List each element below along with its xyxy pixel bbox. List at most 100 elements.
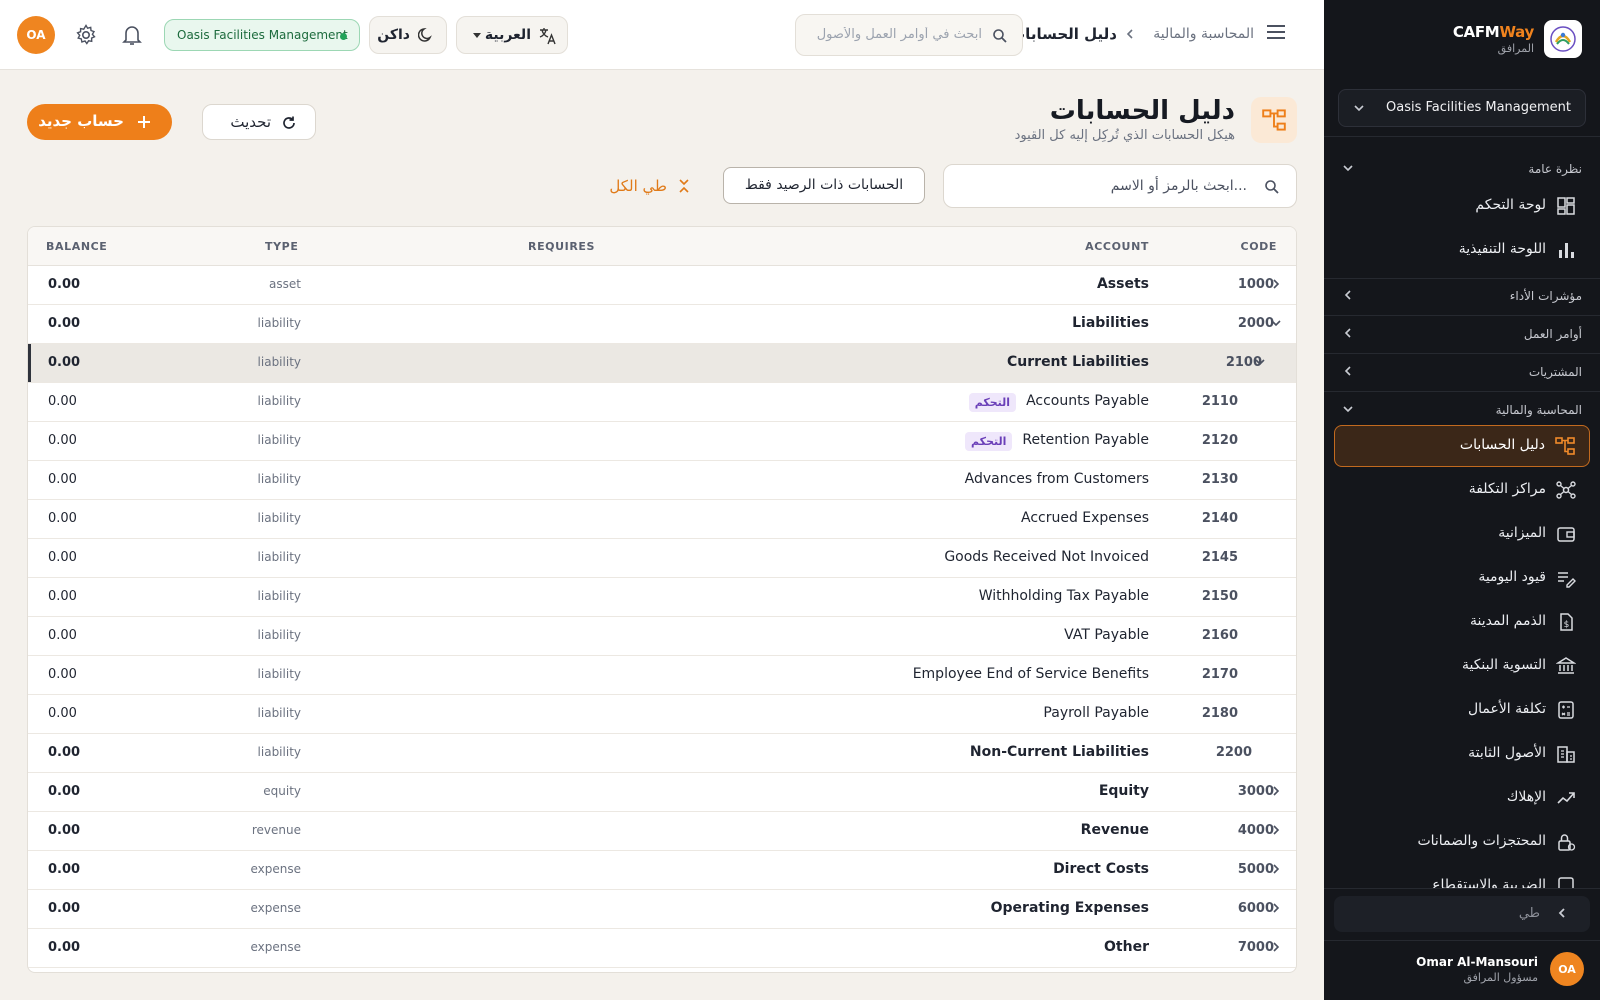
sidebar-item-dashboard[interactable]: لوحة التحكم [1334, 186, 1590, 226]
sidebar-item-budget[interactable]: الميزانية [1334, 514, 1590, 554]
brand-name: CAFMWay [1452, 23, 1534, 41]
chevron-down-icon [1353, 102, 1365, 114]
cell-account-name[interactable]: Payroll Payable [1043, 705, 1149, 721]
cell-balance: 0.00 [48, 316, 81, 331]
sidebar-item-executive[interactable]: اللوحة التنفيذية [1334, 230, 1590, 270]
section-kpi[interactable]: مؤشرات الأداء [1342, 286, 1582, 306]
refresh-button[interactable]: تحديث [202, 104, 316, 140]
gear-icon[interactable] [75, 24, 97, 46]
table-row[interactable]: 0.00 equity Equity 3000 [28, 773, 1296, 812]
table-row[interactable]: 0.00 expense Other 7000 [28, 929, 1296, 968]
cell-account-name[interactable]: VAT Payable [1064, 627, 1149, 643]
cell-account-name[interactable]: Operating Expenses [991, 900, 1149, 916]
cell-balance: 0.00 [48, 940, 81, 955]
table-row[interactable]: 0.00 liability Current Liabilities 2100 [28, 344, 1296, 383]
chevron-down-icon[interactable] [1254, 356, 1266, 368]
table-row[interactable]: 0.00 liability Liabilities 2000 [28, 305, 1296, 344]
cell-account-name[interactable]: Employee End of Service Benefits [913, 666, 1149, 682]
organization-select[interactable]: Oasis Facilities Management [1338, 89, 1586, 127]
control-badge: التحكم [965, 432, 1013, 451]
top-bar: المحاسبة والمالية دليل الحسابات ابحث في … [0, 0, 1324, 70]
cell-type: asset [269, 277, 301, 291]
sidebar-item-cost-centers[interactable]: مراكز التكلفة [1334, 470, 1590, 510]
table-row[interactable]: 0.00 liability Goods Received Not Invoiced… [28, 539, 1296, 578]
chevron-down-icon [1342, 162, 1354, 174]
organization-badge[interactable]: Oasis Facilities Management [164, 19, 360, 51]
column-requires[interactable]: REQUIRES [528, 240, 595, 253]
table-row[interactable]: 0.00 liability VAT Payable 2160 [28, 617, 1296, 656]
chevron-right-icon[interactable] [1270, 863, 1282, 875]
breadcrumb-current: دليل الحسابات [1010, 25, 1117, 43]
menu-icon[interactable] [1266, 24, 1286, 40]
sidebar-item-tax[interactable]: الضريبة والاستقطاع [1334, 866, 1590, 888]
sidebar-item-label: الضريبة والاستقطاع [1432, 877, 1546, 888]
cell-account-name[interactable]: Retention Payable [1022, 432, 1149, 448]
language-select[interactable]: العربية [456, 16, 568, 54]
cell-account-name[interactable]: Equity [1099, 783, 1149, 799]
table-row[interactable]: 0.00 expense Direct Costs 5000 [28, 851, 1296, 890]
cell-account-name[interactable]: Other [1104, 939, 1149, 955]
section-finance[interactable]: المحاسبة والمالية [1342, 400, 1582, 420]
cell-account-name[interactable]: Non-Current Liabilities [970, 744, 1149, 760]
sidebar-item-fixed-assets[interactable]: الأصول الثابتة [1334, 734, 1590, 774]
language-label: العربية [484, 27, 531, 43]
table-row[interactable]: 0.00 liability Retention Payable 2120 التحكم [28, 422, 1296, 461]
cell-account-name[interactable]: Revenue [1081, 822, 1149, 838]
collapse-all-label: طي الكل [609, 177, 667, 195]
sidebar-item-job-costing[interactable]: تكلفة الأعمال [1334, 690, 1590, 730]
table-row[interactable]: 0.00 expense Operating Expenses 6000 [28, 890, 1296, 929]
balance-only-filter[interactable]: الحسابات ذات الرصيد فقط [723, 167, 925, 204]
sidebar-item-journal-entries[interactable]: قيود اليومية [1334, 558, 1590, 598]
column-balance[interactable]: BALANCE [46, 240, 107, 253]
sidebar-item-chart-of-accounts[interactable]: دليل الحسابات [1334, 425, 1590, 467]
table-row[interactable]: 0.00 liability Non-Current Liabilities 2200 [28, 734, 1296, 773]
table-row[interactable]: 0.00 liability Advances from Customers 2130 [28, 461, 1296, 500]
table-row[interactable]: 0.00 asset Assets 1000 [28, 266, 1296, 305]
brand[interactable]: CAFMWay المرافق [1342, 20, 1582, 60]
section-overview[interactable]: نظرة عامة [1342, 159, 1582, 179]
user-avatar[interactable]: OA [1550, 952, 1584, 986]
cell-account-name[interactable]: Direct Costs [1053, 861, 1149, 877]
table-row[interactable]: 0.00 liability Accrued Expenses 2140 [28, 500, 1296, 539]
chevron-right-icon[interactable] [1270, 902, 1282, 914]
accounts-table: BALANCE TYPE REQUIRES ACCOUNT CODE 0.00 a… [27, 226, 1297, 973]
column-type[interactable]: TYPE [265, 240, 298, 253]
column-account[interactable]: ACCOUNT [1085, 240, 1149, 253]
collapse-sidebar-button[interactable]: طي [1334, 896, 1590, 932]
section-procurement[interactable]: المشتريات [1342, 362, 1582, 382]
cell-account-name[interactable]: Goods Received Not Invoiced [944, 549, 1149, 565]
sidebar-item-depreciation[interactable]: الإهلاك [1334, 778, 1590, 818]
chevron-down-icon[interactable] [1270, 317, 1282, 329]
chevron-right-icon[interactable] [1270, 824, 1282, 836]
cell-account-name[interactable]: Liabilities [1072, 315, 1149, 331]
cell-account-name[interactable]: Current Liabilities [1007, 354, 1149, 370]
sidebar-item-receivables[interactable]: $ الذمم المدينة [1334, 602, 1590, 642]
breadcrumb-parent[interactable]: المحاسبة والمالية [1153, 26, 1254, 42]
theme-toggle[interactable]: داكن [369, 16, 447, 54]
table-row[interactable]: 0.00 liability Withholding Tax Payable 2150 [28, 578, 1296, 617]
cell-account-name[interactable]: Assets [1097, 276, 1149, 292]
global-search-input[interactable]: ابحث في أوامر العمل والأصول [795, 14, 1023, 56]
collapse-all-button[interactable]: طي الكل [605, 175, 695, 199]
cell-account-name[interactable]: Accrued Expenses [1021, 510, 1149, 526]
column-code[interactable]: CODE [1241, 240, 1277, 253]
cell-account-name[interactable]: Advances from Customers [965, 471, 1149, 487]
table-row[interactable]: 0.00 liability Employee End of Service Ben… [28, 656, 1296, 695]
user-avatar[interactable]: OA [17, 16, 55, 54]
bell-icon[interactable] [122, 24, 142, 46]
account-search-input[interactable]: ابحث بالرمز أو الاسم... [943, 164, 1297, 208]
sidebar-item-retentions[interactable]: المحتجزات والضمانات [1334, 822, 1590, 862]
table-row[interactable]: 0.00 liability Accounts Payable 2110 التحكم [28, 383, 1296, 422]
section-work-orders[interactable]: أوامر العمل [1342, 324, 1582, 344]
table-row[interactable]: 0.00 revenue Revenue 4000 [28, 812, 1296, 851]
new-account-button[interactable]: حساب جديد [27, 104, 172, 140]
table-row[interactable]: 0.00 liability Payroll Payable 2180 [28, 695, 1296, 734]
chevron-right-icon[interactable] [1270, 785, 1282, 797]
sidebar-item-bank-reconciliation[interactable]: التسوية البنكية [1334, 646, 1590, 686]
chevron-right-icon[interactable] [1270, 941, 1282, 953]
cell-account-name[interactable]: Accounts Payable [1026, 393, 1149, 409]
chevron-right-icon[interactable] [1270, 278, 1282, 290]
cell-account-name[interactable]: Withholding Tax Payable [979, 588, 1149, 604]
section-procurement-label: المشتريات [1528, 365, 1582, 379]
cell-balance: 0.00 [48, 277, 81, 292]
